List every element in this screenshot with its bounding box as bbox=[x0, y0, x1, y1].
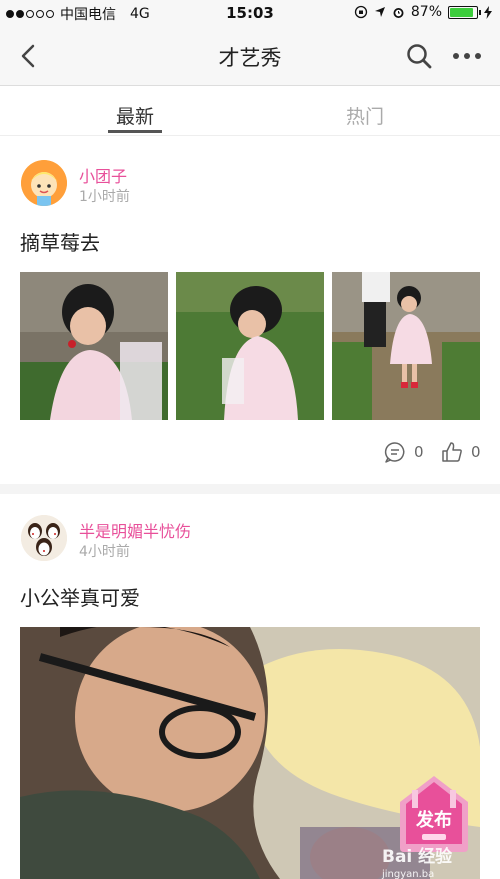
tab-latest[interactable]: 最新 bbox=[95, 102, 175, 129]
rotation-lock-icon bbox=[354, 5, 368, 19]
photo-girl-field-image bbox=[176, 272, 324, 420]
publish-label: 发布 bbox=[416, 810, 452, 831]
back-button[interactable] bbox=[14, 41, 44, 71]
post-divider bbox=[0, 484, 500, 494]
thumbs-up-icon bbox=[442, 442, 462, 462]
cartoon-girl-avatar-icon bbox=[21, 160, 67, 206]
active-tab-indicator bbox=[108, 130, 162, 133]
comment-icon bbox=[384, 442, 405, 463]
post-username[interactable]: 小团子 bbox=[79, 163, 127, 187]
location-arrow-icon bbox=[374, 7, 385, 17]
comment-count: 0 bbox=[414, 443, 424, 461]
post-timestamp: 4小时前 bbox=[79, 544, 130, 560]
like-count: 0 bbox=[471, 443, 481, 461]
tab-popular[interactable]: 热门 bbox=[325, 102, 405, 129]
post-photo[interactable] bbox=[332, 272, 480, 420]
post-photo[interactable] bbox=[20, 272, 168, 420]
like-button[interactable]: 0 bbox=[441, 441, 481, 463]
status-right: 87% bbox=[354, 4, 492, 20]
chevron-left-icon bbox=[21, 44, 35, 68]
avatar[interactable] bbox=[21, 515, 67, 561]
comment-button[interactable]: 0 bbox=[384, 441, 424, 463]
post-text: 摘草莓去 bbox=[20, 231, 100, 255]
charging-bolt-icon bbox=[484, 5, 492, 19]
battery-icon bbox=[448, 5, 481, 19]
status-bar: 中国电信 4G 15:03 87% bbox=[0, 0, 500, 26]
faces-group-avatar-icon bbox=[21, 515, 67, 561]
more-button[interactable] bbox=[450, 41, 484, 71]
publish-button[interactable]: 发布 bbox=[398, 774, 470, 852]
photo-girl-strawberries-image bbox=[20, 272, 168, 420]
battery-percent: 87% bbox=[410, 4, 442, 20]
post-photo[interactable] bbox=[176, 272, 324, 420]
search-button[interactable] bbox=[404, 41, 434, 71]
post-text: 小公举真可爱 bbox=[20, 586, 140, 610]
search-icon bbox=[407, 44, 432, 69]
nav-bar: 才艺秀 bbox=[0, 26, 500, 86]
post-username[interactable]: 半是明媚半忧伤 bbox=[79, 518, 191, 542]
more-horizontal-icon bbox=[453, 53, 481, 59]
alarm-icon bbox=[393, 7, 404, 18]
avatar[interactable] bbox=[21, 160, 67, 206]
post-timestamp: 1小时前 bbox=[79, 189, 130, 205]
photo-girl-dirt-path-image bbox=[332, 272, 480, 420]
tab-bar: 最新 热门 bbox=[0, 86, 500, 136]
